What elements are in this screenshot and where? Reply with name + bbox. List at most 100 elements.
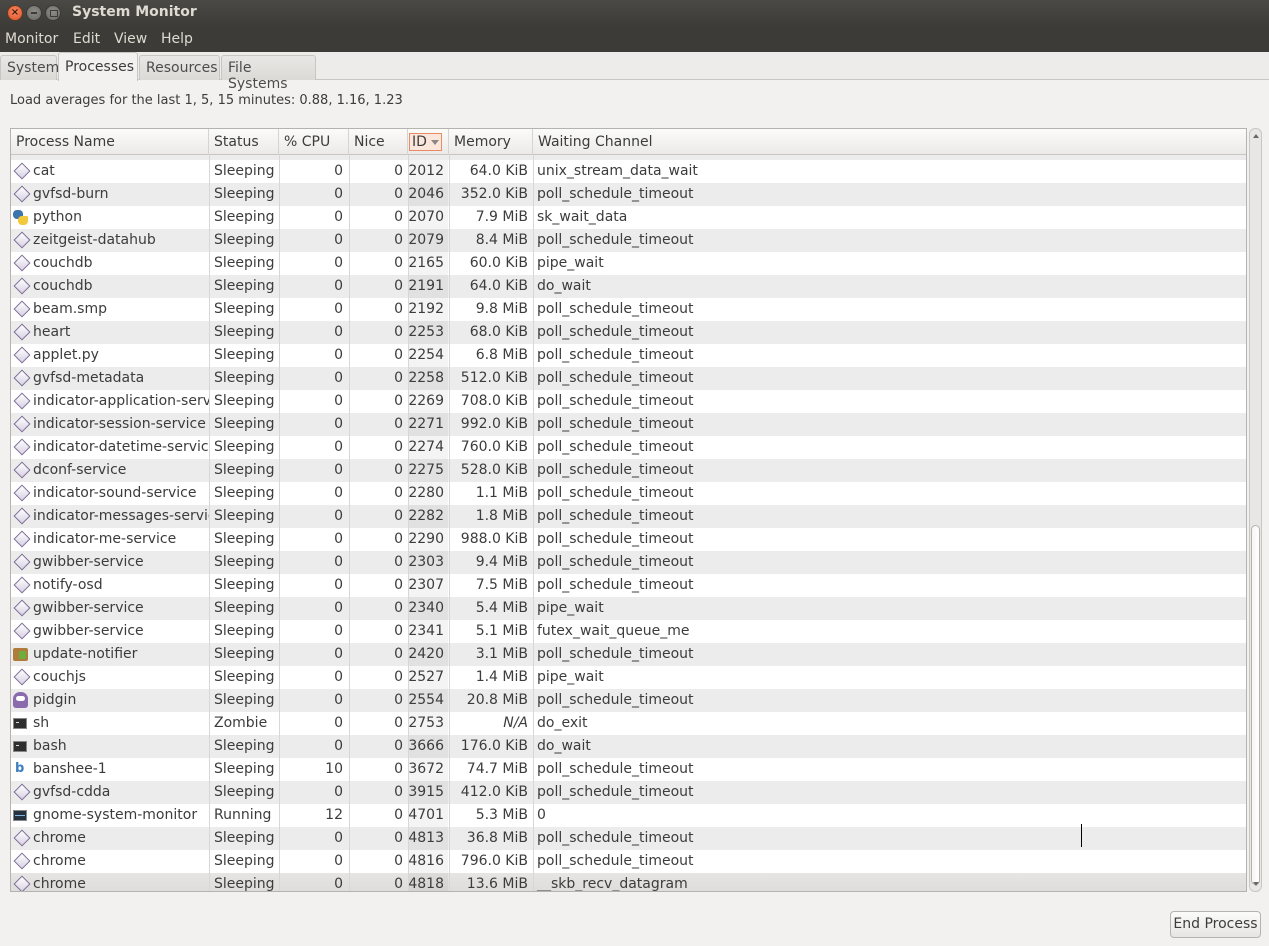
nice-cell: 0 <box>394 531 403 547</box>
status-cell: Sleeping <box>214 646 275 662</box>
waiting-channel-cell: pipe_wait <box>537 255 604 271</box>
table-row[interactable]: dconf-service Sleeping 0 0 2275 528.0 KiB poll… <box>11 459 1246 482</box>
process-name-cell: indicator-messages-service <box>33 508 209 524</box>
table-row[interactable]: indicator-sound-service Sleeping 0 0 2280 1.1… <box>11 482 1246 505</box>
table-row[interactable]: b banshee-1 Sleeping 10 0 3672 74.7 MiB poll_sc… <box>11 758 1246 781</box>
pid-cell: 2258 <box>408 367 448 390</box>
menu-edit[interactable]: Edit <box>73 31 100 47</box>
pid-cell: 4701 <box>408 804 448 827</box>
waiting-channel-cell: poll_schedule_timeout <box>537 485 694 501</box>
table-row[interactable]: chrome Sleeping 0 0 4813 36.8 MiB poll_schedul… <box>11 827 1246 850</box>
table-row[interactable]: chrome Sleeping 0 0 4818 13.6 MiB __skb_recv_d… <box>11 873 1246 892</box>
process-table[interactable]: Process Name Status % CPU Nice ID Memory… <box>10 128 1247 892</box>
cpu-cell: 0 <box>334 508 343 524</box>
status-cell: Zombie <box>214 715 268 731</box>
table-row[interactable]: gwibber-service Sleeping 0 0 2303 9.4 MiB poll… <box>11 551 1246 574</box>
end-process-button[interactable]: End Process <box>1170 911 1261 938</box>
table-row[interactable]: couchdb Sleeping 0 0 2165 60.0 KiB pipe_wait <box>11 252 1246 275</box>
pidgin-icon <box>13 692 28 708</box>
close-window-button[interactable]: × <box>7 5 23 21</box>
table-row[interactable]: notify-osd Sleeping 0 0 2307 7.5 MiB poll_sche… <box>11 574 1246 597</box>
column-header-waiting-channel[interactable]: Waiting Channel <box>533 129 1246 155</box>
process-name-cell: applet.py <box>33 347 99 363</box>
waiting-channel-cell: __skb_recv_datagram <box>537 876 688 892</box>
table-row[interactable]: heart Sleeping 0 0 2253 68.0 KiB poll_schedule… <box>11 321 1246 344</box>
column-header-id[interactable]: ID <box>408 129 449 155</box>
table-row[interactable]: indicator-datetime-service Sleeping 0 0 2274… <box>11 436 1246 459</box>
table-row[interactable]: gvfsd-cdda Sleeping 0 0 3915 412.0 KiB poll_sc… <box>11 781 1246 804</box>
vertical-scrollbar[interactable] <box>1249 128 1262 892</box>
table-row[interactable]: beam.smp Sleeping 0 0 2192 9.8 MiB poll_schedu… <box>11 298 1246 321</box>
column-header-process-name[interactable]: Process Name <box>11 129 209 155</box>
pid-cell: 2527 <box>408 666 448 689</box>
table-row[interactable]: update-notifier Sleeping 0 0 2420 3.1 MiB poll… <box>11 643 1246 666</box>
generic-process-icon <box>13 277 31 295</box>
nice-cell: 0 <box>394 830 403 846</box>
column-divider <box>279 155 280 891</box>
column-divider <box>408 155 409 891</box>
system-monitor-icon <box>13 810 27 821</box>
memory-cell: 5.1 MiB <box>475 623 528 639</box>
table-row[interactable]: bash Sleeping 0 0 3666 176.0 KiB do_wait <box>11 735 1246 758</box>
scroll-up-arrow-icon[interactable] <box>1253 134 1259 138</box>
process-name-cell: gnome-system-monitor <box>33 807 198 823</box>
menu-view[interactable]: View <box>114 31 147 47</box>
table-row[interactable]: couchdb Sleeping 0 0 2191 64.0 KiB do_wait <box>11 275 1246 298</box>
table-row[interactable]: gvfsd-burn Sleeping 0 0 2046 352.0 KiB poll_sc… <box>11 183 1246 206</box>
process-name-cell: couchdb <box>33 278 93 294</box>
table-row[interactable]: sh Zombie 0 0 2753 N/A do_exit <box>11 712 1246 735</box>
tab-processes[interactable]: Processes <box>58 52 138 81</box>
cpu-cell: 0 <box>334 324 343 340</box>
table-row[interactable]: gwibber-service Sleeping 0 0 2341 5.1 MiB fute… <box>11 620 1246 643</box>
table-row[interactable]: couchjs Sleeping 0 0 2527 1.4 MiB pipe_wait <box>11 666 1246 689</box>
cpu-cell: 0 <box>334 738 343 754</box>
table-row[interactable]: applet.py Sleeping 0 0 2254 6.8 MiB poll_sched… <box>11 344 1246 367</box>
cpu-cell: 0 <box>334 370 343 386</box>
process-name-cell: couchjs <box>33 669 86 685</box>
table-row[interactable]: indicator-session-service Sleeping 0 0 2271 9… <box>11 413 1246 436</box>
menu-monitor[interactable]: Monitor <box>5 31 58 47</box>
cpu-cell: 0 <box>334 186 343 202</box>
process-name-cell: python <box>33 209 82 225</box>
process-name-cell: indicator-application-service <box>33 393 209 409</box>
tab-resources[interactable]: Resources <box>139 55 220 80</box>
table-row[interactable]: cat Sleeping 0 0 2012 64.0 KiB unix_stream_dat… <box>11 160 1246 183</box>
table-row[interactable]: chrome Sleeping 0 0 4816 796.0 KiB poll_schedu… <box>11 850 1246 873</box>
status-cell: Sleeping <box>214 600 275 616</box>
column-header-nice[interactable]: Nice <box>349 129 408 155</box>
tab-system[interactable]: System <box>0 55 59 80</box>
scrollbar-thumb[interactable] <box>1251 525 1260 885</box>
process-name-cell: gwibber-service <box>33 623 144 639</box>
column-header-memory[interactable]: Memory <box>449 129 533 155</box>
tab-file-systems[interactable]: File Systems <box>221 55 316 92</box>
scroll-down-arrow-icon[interactable] <box>1253 882 1259 886</box>
menu-help[interactable]: Help <box>161 31 193 47</box>
table-row[interactable]: indicator-messages-service Sleeping 0 0 2282… <box>11 505 1246 528</box>
cpu-cell: 0 <box>334 485 343 501</box>
table-row[interactable]: indicator-me-service Sleeping 0 0 2290 988.0 … <box>11 528 1246 551</box>
memory-cell: 20.8 MiB <box>466 692 528 708</box>
table-row[interactable]: zeitgeist-datahub Sleeping 0 0 2079 8.4 MiB po… <box>11 229 1246 252</box>
table-row[interactable]: gvfsd-metadata Sleeping 0 0 2258 512.0 KiB pol… <box>11 367 1246 390</box>
maximize-window-button[interactable] <box>45 5 61 21</box>
column-header-cpu[interactable]: % CPU <box>279 129 349 155</box>
status-cell: Sleeping <box>214 186 275 202</box>
window-title: System Monitor <box>72 4 197 20</box>
cpu-cell: 10 <box>325 761 343 777</box>
status-cell: Sleeping <box>214 393 275 409</box>
memory-cell: 528.0 KiB <box>460 462 528 478</box>
generic-process-icon <box>13 622 31 640</box>
column-header-status[interactable]: Status <box>209 129 279 155</box>
table-row[interactable]: gnome-system-monitor Running 12 0 4701 5.3 Mi… <box>11 804 1246 827</box>
nice-cell: 0 <box>394 393 403 409</box>
status-cell: Sleeping <box>214 554 275 570</box>
minimize-window-button[interactable] <box>26 5 42 21</box>
memory-cell: 5.4 MiB <box>475 600 528 616</box>
table-row[interactable]: gwibber-service Sleeping 0 0 2340 5.4 MiB pipe… <box>11 597 1246 620</box>
waiting-channel-cell: poll_schedule_timeout <box>537 646 694 662</box>
table-row[interactable]: indicator-application-serviceSleeping002… <box>11 390 1246 413</box>
table-row[interactable]: pidgin Sleeping 0 0 2554 20.8 MiB poll_schedul… <box>11 689 1246 712</box>
pid-cell: 2307 <box>408 574 448 597</box>
table-row[interactable]: python Sleeping 0 0 2070 7.9 MiB sk_wait_data <box>11 206 1246 229</box>
generic-process-icon <box>13 599 31 617</box>
